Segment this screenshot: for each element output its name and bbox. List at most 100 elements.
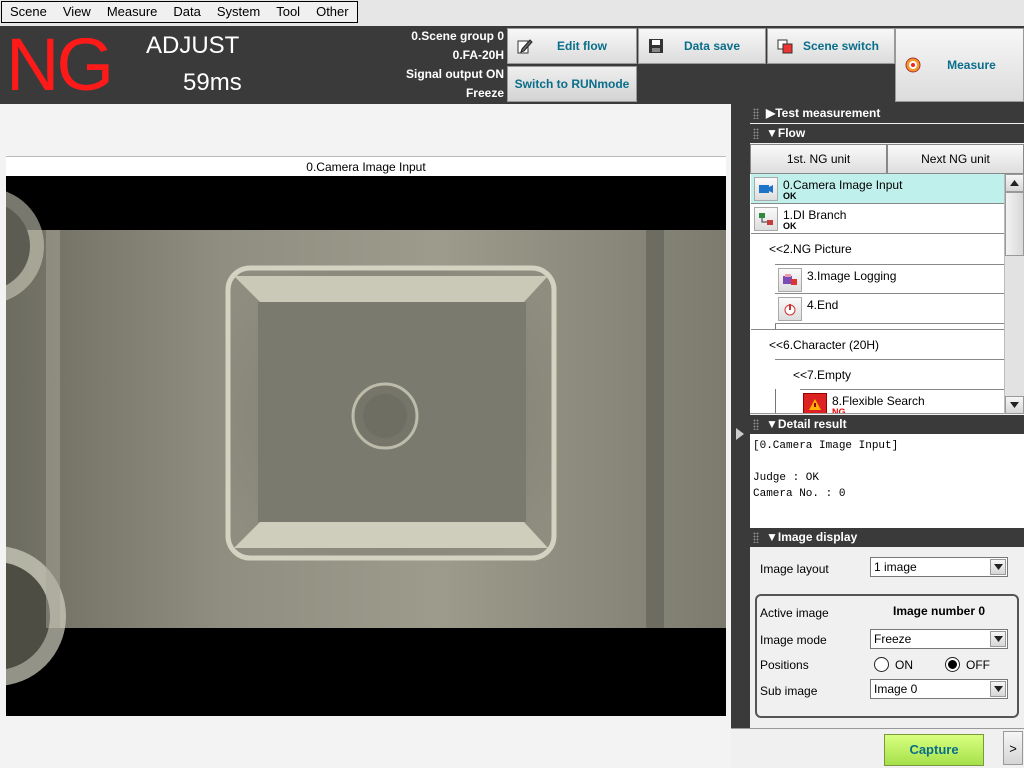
image-mode-value: Freeze bbox=[874, 632, 912, 646]
bottom-bar: Capture > bbox=[731, 728, 1024, 768]
status-header: NG ADJUST 59ms 0.Scene group 0 0.FA-20H … bbox=[0, 26, 1024, 104]
detail-line bbox=[753, 454, 1021, 470]
run-mode-label: Switch to RUNmode bbox=[514, 77, 630, 91]
first-ng-unit-button[interactable]: 1st. NG unit bbox=[750, 144, 887, 174]
camera-image[interactable] bbox=[6, 176, 726, 716]
detail-result-text: [0.Camera Image Input] Judge : OK Camera… bbox=[750, 434, 1024, 528]
scroll-up-button[interactable] bbox=[1005, 174, 1024, 192]
processing-time: 59ms bbox=[183, 69, 242, 96]
sub-image-value: Image 0 bbox=[874, 682, 918, 696]
flow-item-empty[interactable]: <<7.Empty bbox=[775, 359, 1004, 389]
flow-item-end[interactable]: 4.End bbox=[775, 294, 1004, 324]
active-image-label: Active image bbox=[760, 606, 829, 620]
edit-flow-button[interactable]: Edit flow bbox=[507, 28, 637, 64]
switch-to-run-mode-button[interactable]: Switch to RUNmode bbox=[507, 66, 637, 102]
flow-item-name: <<2.NG Picture bbox=[769, 242, 852, 256]
grip-icon bbox=[753, 532, 759, 543]
positions-off-radio[interactable]: OFF bbox=[945, 657, 990, 672]
sub-image-label: Sub image bbox=[760, 684, 818, 698]
image-window-title: 0.Camera Image Input bbox=[6, 156, 726, 176]
scene-group: 0.Scene group 0 bbox=[411, 29, 504, 43]
flow-item-di-branch[interactable]: 1.DI Branch OK bbox=[751, 204, 1004, 234]
test-measurement-header[interactable]: ▶Test measurement bbox=[750, 104, 1024, 123]
grip-icon bbox=[753, 108, 759, 119]
image-layout-select[interactable]: 1 image bbox=[870, 557, 1008, 577]
menu-view[interactable]: View bbox=[55, 2, 99, 22]
menu-list: Scene View Measure Data System Tool Othe… bbox=[1, 1, 358, 23]
grip-icon bbox=[753, 128, 759, 139]
detail-line: [0.Camera Image Input] bbox=[753, 440, 899, 452]
menu-data[interactable]: Data bbox=[165, 2, 208, 22]
edit-flow-label: Edit flow bbox=[557, 39, 607, 53]
flow-item-name: 4.End bbox=[807, 298, 839, 312]
flow-item-name: <<6.Character (20H) bbox=[769, 338, 880, 352]
positions-off-label: OFF bbox=[966, 657, 990, 672]
image-settings-group: Active image Image number 0 Image mode F… bbox=[755, 594, 1019, 718]
scene-name: 0.FA-20H bbox=[452, 48, 504, 62]
flow-item-name: 3.Image Logging bbox=[807, 269, 897, 283]
flow-item-name: <<7.Empty bbox=[793, 368, 852, 382]
positions-on-label: ON bbox=[895, 657, 913, 672]
detail-line: Camera No. : 0 bbox=[753, 488, 846, 500]
flow-item-flexible-search[interactable]: 8.Flexible Search NG bbox=[800, 389, 1004, 413]
scene-switch-icon bbox=[776, 37, 794, 55]
flow-navigation: 1st. NG unit Next NG unit bbox=[750, 144, 1024, 174]
radio-indicator bbox=[874, 657, 889, 672]
flow-item-camera-image-input[interactable]: 0.Camera Image Input OK bbox=[751, 174, 1004, 204]
flow-item-character[interactable]: <<6.Character (20H) bbox=[751, 329, 1004, 359]
menu-scene[interactable]: Scene bbox=[2, 2, 55, 22]
camera-icon bbox=[754, 177, 778, 201]
image-mode-select[interactable]: Freeze bbox=[870, 629, 1008, 649]
data-save-button[interactable]: Data save bbox=[638, 28, 766, 64]
detail-result-header[interactable]: ▼Detail result bbox=[750, 415, 1024, 434]
measure-label: Measure bbox=[947, 58, 996, 72]
more-button[interactable]: > bbox=[1003, 731, 1023, 765]
test-measurement-label: ▶Test measurement bbox=[766, 106, 881, 120]
image-display-header[interactable]: ▼Image display bbox=[750, 528, 1024, 547]
image-mode-status: Freeze bbox=[465, 86, 504, 100]
menu-other[interactable]: Other bbox=[308, 2, 357, 22]
detail-line: Judge : OK bbox=[753, 472, 820, 484]
flow-item-name: 8.Flexible Search bbox=[832, 394, 925, 408]
next-ng-unit-button[interactable]: Next NG unit bbox=[887, 144, 1024, 174]
expand-arrow-icon bbox=[736, 428, 744, 440]
image-logging-icon bbox=[778, 268, 802, 292]
grip-icon bbox=[753, 419, 759, 430]
capture-button[interactable]: Capture bbox=[884, 734, 984, 766]
scene-switch-button[interactable]: Scene switch bbox=[767, 28, 895, 64]
scene-switch-label: Scene switch bbox=[802, 39, 880, 53]
menu-system[interactable]: System bbox=[209, 2, 268, 22]
positions-label: Positions bbox=[760, 658, 809, 672]
measure-button[interactable]: Measure bbox=[895, 28, 1024, 102]
flow-item-ng-picture[interactable]: <<2.NG Picture bbox=[751, 234, 1004, 264]
flow-item-name: 1.DI Branch bbox=[783, 208, 847, 222]
flow-item-image-logging[interactable]: 3.Image Logging bbox=[775, 264, 1004, 294]
sub-image-select[interactable]: Image 0 bbox=[870, 679, 1008, 699]
flow-list: 0.Camera Image Input OK 1.DI Branch OK <… bbox=[750, 174, 1004, 414]
chevron-down-icon bbox=[990, 631, 1006, 647]
image-mode-label: Image mode bbox=[760, 633, 827, 647]
right-panel: ▶Test measurement ▼Flow 1st. NG unit Nex… bbox=[750, 104, 1024, 728]
scroll-down-button[interactable] bbox=[1005, 396, 1024, 414]
active-image-value: Image number 0 bbox=[893, 604, 986, 618]
menu-tool[interactable]: Tool bbox=[268, 2, 308, 22]
overall-judgement: NG bbox=[6, 23, 114, 106]
menu-measure[interactable]: Measure bbox=[99, 2, 166, 22]
image-area: 0.Camera Image Input bbox=[0, 104, 731, 768]
image-layout-value: 1 image bbox=[874, 560, 917, 574]
floppy-disk-icon bbox=[647, 37, 665, 55]
chevron-down-icon bbox=[1010, 402, 1019, 408]
signal-output-status: Signal output ON bbox=[406, 67, 504, 81]
positions-on-radio[interactable]: ON bbox=[874, 657, 913, 672]
scroll-thumb[interactable] bbox=[1005, 192, 1024, 256]
app-window: Scene View Measure Data System Tool Othe… bbox=[0, 0, 1024, 768]
flow-header[interactable]: ▼Flow bbox=[750, 124, 1024, 143]
panel-collapse-handle[interactable] bbox=[731, 104, 750, 768]
target-icon bbox=[904, 56, 922, 74]
pencil-icon bbox=[516, 37, 534, 55]
menu-bar: Scene View Measure Data System Tool Othe… bbox=[0, 0, 1024, 26]
flow-item-result: OK bbox=[783, 191, 797, 201]
image-layout-label: Image layout bbox=[760, 562, 829, 576]
flow-scrollbar[interactable] bbox=[1004, 174, 1024, 414]
chevron-up-icon bbox=[1010, 180, 1019, 186]
